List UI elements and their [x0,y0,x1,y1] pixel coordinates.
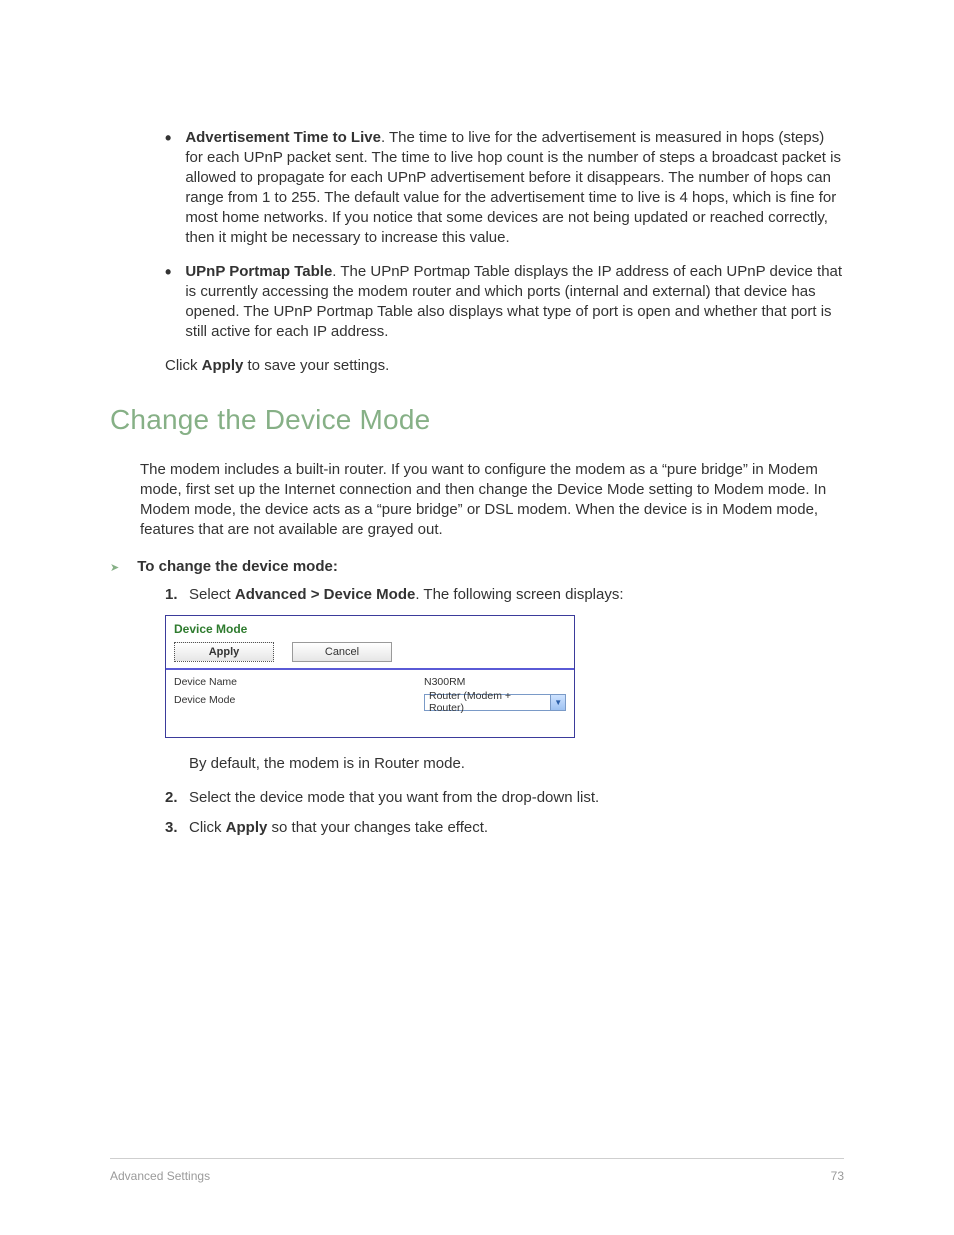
section-heading: Change the Device Mode [110,404,844,436]
step1-pre: Select [189,586,235,603]
step3-pre: Click [189,819,226,836]
bullet-row: • UPnP Portmap Table. The UPnP Portmap T… [165,262,844,342]
panel-body: Device Name N300RM Device Mode Router (M… [166,670,574,737]
click-apply-line: Click Apply to save your settings. [165,356,844,376]
intro-paragraph: The modem includes a built-in router. If… [140,460,844,540]
panel-header: Device Mode Apply Cancel [166,616,574,668]
footer-page-number: 73 [831,1169,844,1183]
procedure-title: To change the device mode: [137,558,338,575]
list-item-ttl: • Advertisement Time to Live. The time t… [110,128,844,248]
cancel-button[interactable]: Cancel [292,642,392,662]
bullet-icon: • [165,262,171,282]
panel-button-row: Apply Cancel [174,642,566,662]
step-1: 1. Select Advanced > Device Mode. The fo… [165,585,844,605]
step-number: 2. [165,788,189,808]
bullet-icon: • [165,128,171,148]
device-mode-select-value: Router (Modem + Router) [429,690,546,714]
page-footer: Advanced Settings 73 [110,1169,844,1183]
chevron-down-icon: ▼ [550,695,565,710]
step-body: Click Apply so that your changes take ef… [189,818,844,838]
step-2: 2. Select the device mode that you want … [165,788,844,808]
click-apply-bold: Apply [202,357,244,374]
step-3: 3. Click Apply so that your changes take… [165,818,844,838]
panel-title: Device Mode [174,622,566,636]
device-mode-panel: Device Mode Apply Cancel Device Name N30… [165,615,575,738]
step3-post: so that your changes take effect. [267,819,488,836]
list-content: UPnP Portmap Table. The UPnP Portmap Tab… [185,262,844,342]
device-mode-row: Device Mode Router (Modem + Router) ▼ [174,690,566,711]
step3-bold: Apply [226,819,268,836]
arrow-icon: ➤ [110,561,119,574]
list-content: Advertisement Time to Live. The time to … [185,128,844,248]
list-item-portmap: • UPnP Portmap Table. The UPnP Portmap T… [110,262,844,342]
panel-gap [174,713,566,727]
device-mode-select[interactable]: Router (Modem + Router) ▼ [424,694,566,711]
device-name-value: N300RM [424,676,566,688]
step-body: Select the device mode that you want fro… [189,788,844,808]
page: • Advertisement Time to Live. The time t… [0,0,954,1235]
procedure-heading: ➤ To change the device mode: [110,558,844,575]
default-mode-text: By default, the modem is in Router mode. [189,754,844,774]
step1-post: . The following screen displays: [415,586,623,603]
device-name-row: Device Name N300RM [174,676,566,688]
step-number: 1. [165,585,189,605]
device-mode-value-wrap: Router (Modem + Router) ▼ [424,690,566,711]
portmap-label: UPnP Portmap Table [185,263,332,280]
ttl-text: . The time to live for the advertisement… [185,129,841,246]
device-name-label: Device Name [174,676,424,688]
click-apply-post: to save your settings. [243,357,389,374]
step-number: 3. [165,818,189,838]
device-mode-label: Device Mode [174,694,424,706]
step-body: Select Advanced > Device Mode. The follo… [189,585,844,605]
apply-button[interactable]: Apply [174,642,274,662]
step1-bold: Advanced > Device Mode [235,586,415,603]
footer-rule [110,1158,844,1159]
bullet-row: • Advertisement Time to Live. The time t… [165,128,844,248]
footer-section: Advanced Settings [110,1169,210,1183]
click-apply-pre: Click [165,357,202,374]
ttl-label: Advertisement Time to Live [185,129,381,146]
